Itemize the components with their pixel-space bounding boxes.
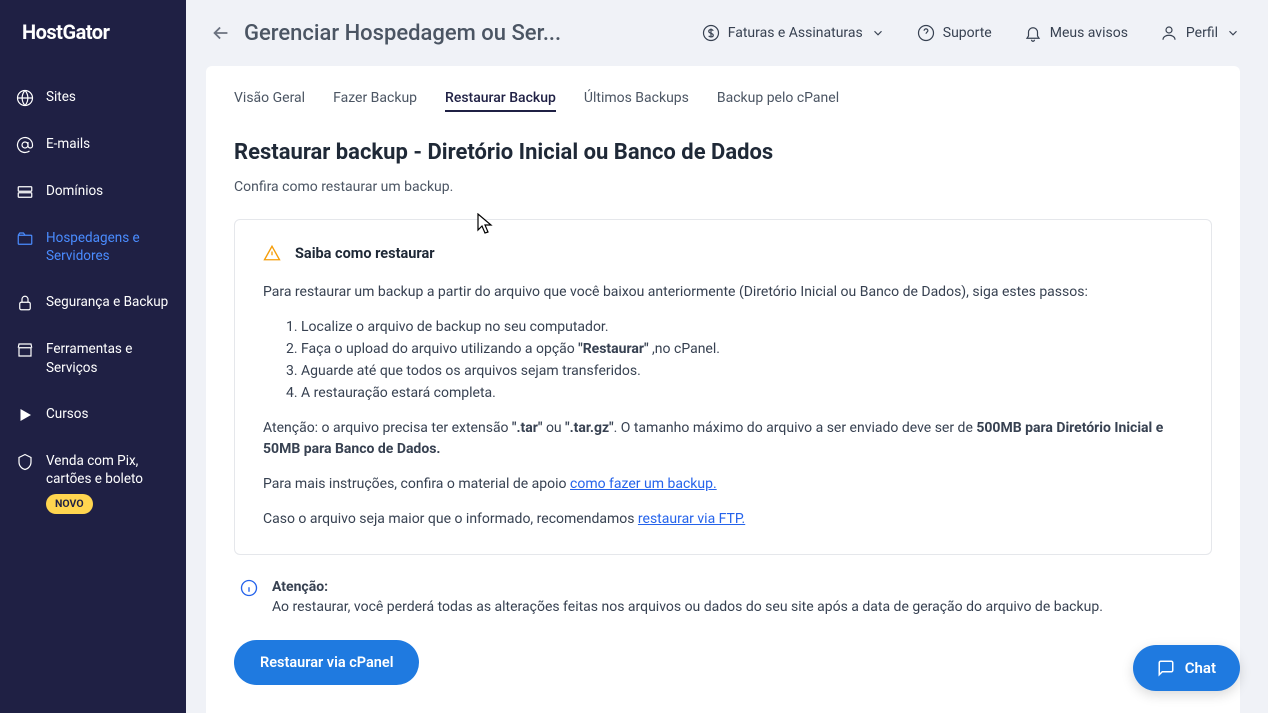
section-subtitle: Confira como restaurar um backup. (234, 179, 1212, 195)
dollar-icon (702, 24, 720, 42)
support-link[interactable]: Suporte (917, 24, 992, 42)
profile-menu[interactable]: Perfil (1160, 24, 1240, 42)
sidebar-label: Ferramentas e Serviços (46, 340, 176, 376)
topbar: Gerenciar Hospedagem ou Ser... Faturas e… (186, 0, 1268, 66)
notices-link[interactable]: Meus avisos (1024, 24, 1128, 42)
page-title: Gerenciar Hospedagem ou Ser... (244, 21, 674, 46)
sidebar-label: Venda com Pix, cartões e boleto NOVO (46, 452, 176, 515)
store-icon (16, 341, 34, 359)
sidebar: HostGator Sites E-mails Domínios Hospeda… (0, 0, 186, 713)
tab-backup-cpanel[interactable]: Backup pelo cPanel (717, 90, 839, 112)
attention-text: Atenção: Ao restaurar, você perderá toda… (272, 577, 1103, 618)
back-arrow-icon[interactable] (206, 18, 236, 48)
globe-icon (16, 89, 34, 107)
link-como-fazer-backup[interactable]: como fazer um backup. (570, 476, 717, 492)
sidebar-label: Domínios (46, 182, 176, 200)
sidebar-label: E-mails (46, 135, 176, 153)
sidebar-item-seguranca[interactable]: Segurança e Backup (0, 279, 186, 326)
sidebar-label: Cursos (46, 405, 176, 423)
user-icon (1160, 24, 1178, 42)
lock-icon (16, 294, 34, 312)
section-title: Restaurar backup - Diretório Inicial ou … (234, 140, 1212, 165)
sidebar-label: Hospedagens e Servidores (46, 229, 176, 265)
sidebar-item-venda[interactable]: Venda com Pix, cartões e boleto NOVO (0, 438, 186, 529)
tab-fazer-backup[interactable]: Fazer Backup (333, 90, 417, 112)
larger-file-line: Caso o arquivo seja maior que o informad… (263, 509, 1183, 530)
tab-ultimos-backups[interactable]: Últimos Backups (584, 90, 689, 112)
steps-list: Localize o arquivo de backup no seu comp… (263, 317, 1183, 404)
sidebar-item-cursos[interactable]: Cursos (0, 391, 186, 438)
top-actions: Faturas e Assinaturas Suporte Meus aviso… (702, 24, 1240, 42)
chat-button[interactable]: Chat (1133, 645, 1240, 691)
tabs: Visão Geral Fazer Backup Restaurar Backu… (234, 90, 1212, 112)
help-icon (917, 24, 935, 42)
warning-triangle-icon (263, 244, 281, 262)
attention-line: Atenção: o arquivo precisa ter extensão … (263, 418, 1183, 460)
main-area: Gerenciar Hospedagem ou Ser... Faturas e… (186, 0, 1268, 713)
sidebar-label: Sites (46, 88, 176, 106)
sidebar-item-ferramentas[interactable]: Ferramentas e Serviços (0, 326, 186, 390)
chevron-down-icon (1226, 26, 1240, 40)
step-item: Faça o upload do arquivo utilizando a op… (301, 339, 1183, 360)
info-circle-icon (240, 579, 258, 597)
tab-visao-geral[interactable]: Visão Geral (234, 90, 305, 112)
sidebar-item-emails[interactable]: E-mails (0, 121, 186, 168)
sidebar-item-hospedagens[interactable]: Hospedagens e Servidores (0, 215, 186, 279)
restaurar-cpanel-button[interactable]: Restaurar via cPanel (234, 640, 419, 685)
invoices-menu[interactable]: Faturas e Assinaturas (702, 24, 885, 42)
chat-icon (1157, 659, 1175, 677)
sidebar-label: Segurança e Backup (46, 293, 176, 311)
info-body: Para restaurar um backup a partir do arq… (263, 282, 1183, 530)
link-restaurar-ftp[interactable]: restaurar via FTP. (638, 511, 745, 527)
step-item: Localize o arquivo de backup no seu comp… (301, 317, 1183, 338)
step-item: Aguarde até que todos os arquivos sejam … (301, 361, 1183, 382)
step-item: A restauração estará completa. (301, 383, 1183, 404)
novo-badge: NOVO (46, 494, 93, 514)
info-title: Saiba como restaurar (295, 245, 435, 262)
play-icon (16, 406, 34, 424)
info-intro: Para restaurar um backup a partir do arq… (263, 282, 1183, 303)
more-instructions: Para mais instruções, confira o material… (263, 474, 1183, 495)
sidebar-item-dominios[interactable]: Domínios (0, 168, 186, 215)
shield-icon (16, 453, 34, 471)
attention-callout: Atenção: Ao restaurar, você perderá toda… (234, 577, 1212, 618)
brand-logo: HostGator (0, 20, 186, 74)
info-box: Saiba como restaurar Para restaurar um b… (234, 219, 1212, 555)
server-icon (16, 183, 34, 201)
bell-icon (1024, 24, 1042, 42)
content-card: Visão Geral Fazer Backup Restaurar Backu… (206, 66, 1240, 713)
tab-restaurar-backup[interactable]: Restaurar Backup (445, 90, 556, 112)
at-icon (16, 136, 34, 154)
chevron-down-icon (871, 26, 885, 40)
sidebar-item-sites[interactable]: Sites (0, 74, 186, 121)
folder-icon (16, 230, 34, 248)
